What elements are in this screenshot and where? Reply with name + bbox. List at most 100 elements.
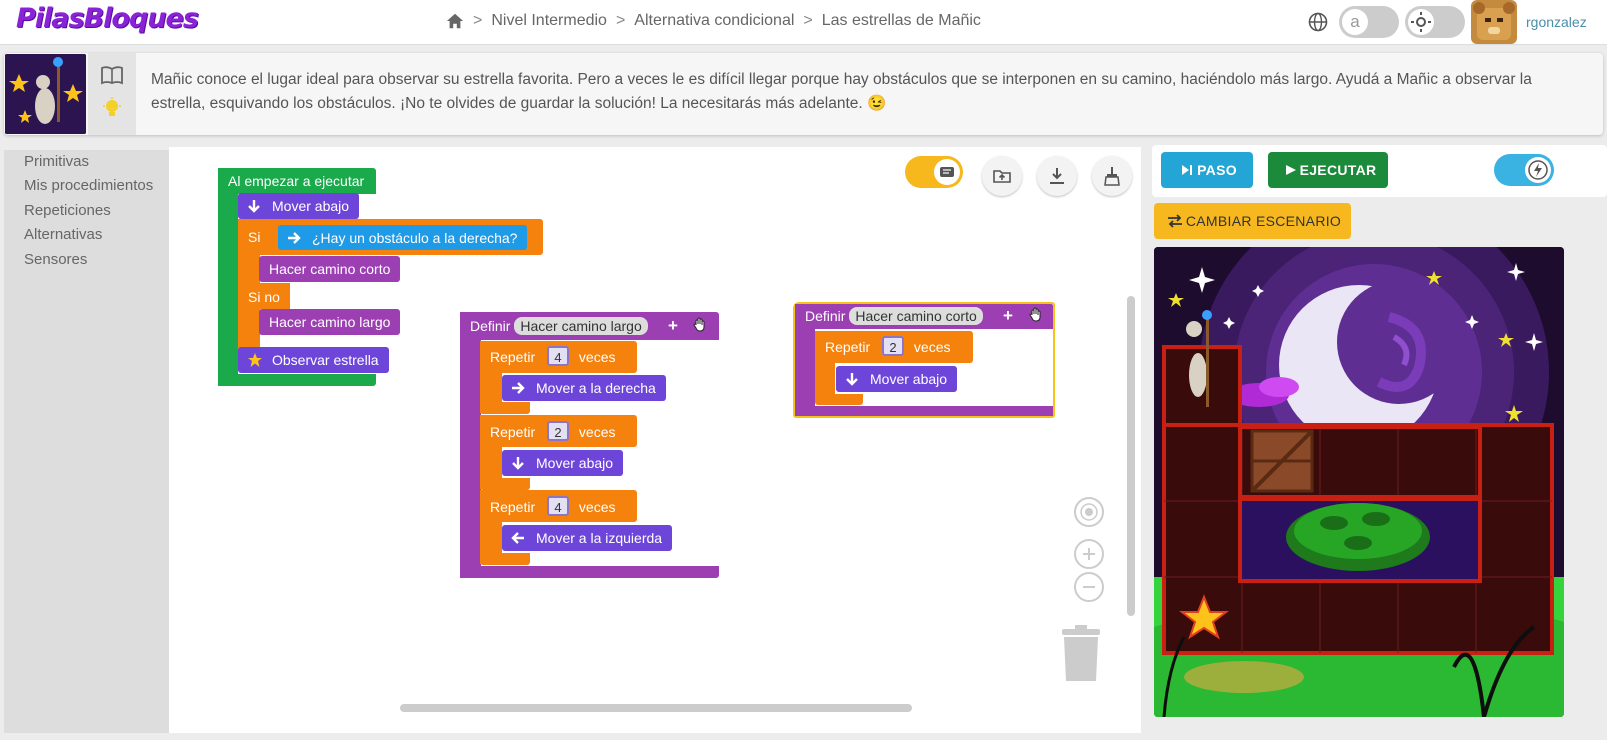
repeat-keyword: Repetir xyxy=(825,339,871,355)
add-parameter-button[interactable]: + xyxy=(668,316,678,336)
repeat-count-field[interactable]: 4 xyxy=(547,496,570,516)
arrow-left-icon xyxy=(511,532,524,544)
times-keyword: veces xyxy=(578,349,616,365)
challenge-description: Mañic conoce el lugar ideal para observa… xyxy=(4,53,1603,135)
procedure-name-field[interactable]: Hacer camino largo xyxy=(514,317,648,335)
repeat-block-3-footer xyxy=(480,553,530,565)
comments-toggle[interactable] xyxy=(905,156,963,188)
arrow-down-icon xyxy=(248,200,260,213)
hand-icon[interactable] xyxy=(1028,307,1044,323)
breadcrumb-nivel[interactable]: Nivel Intermedio xyxy=(491,12,607,30)
comment-icon xyxy=(934,159,960,185)
toolbox-category-sensores[interactable]: Sensores xyxy=(24,251,87,268)
clean-workspace-button[interactable] xyxy=(1092,156,1132,196)
theme-toggle[interactable] xyxy=(1405,6,1465,38)
star-icon xyxy=(248,353,262,367)
block-label: Mover abajo xyxy=(272,198,350,214)
define-short-footer xyxy=(795,406,1053,416)
repeat-block-1-footer xyxy=(480,402,530,414)
top-bar: PilasBloques > Nivel Intermedio > Altern… xyxy=(0,0,1607,45)
arrow-down-icon xyxy=(846,373,858,386)
call-hacer-camino-largo[interactable]: Hacer camino largo xyxy=(259,309,401,335)
block-mover-abajo[interactable]: Mover abajo xyxy=(238,193,360,219)
sensor-label: ¿Hay un obstáculo a la derecha? xyxy=(312,230,518,246)
swap-icon xyxy=(1168,214,1182,228)
challenge-thumbnail xyxy=(5,54,86,134)
change-scenario-label: CAMBIAR ESCENARIO xyxy=(1185,213,1342,229)
description-side-panel xyxy=(88,53,136,135)
toolbox-category-alternativas[interactable]: Alternativas xyxy=(24,226,102,243)
home-icon[interactable] xyxy=(446,12,464,30)
zoom-in-icon[interactable] xyxy=(1074,539,1104,569)
workspace-vertical-scrollbar[interactable] xyxy=(1127,296,1135,616)
repeat-short-label: Repetir 2 veces xyxy=(815,334,961,360)
font-toggle[interactable]: a xyxy=(1339,6,1399,38)
avatar[interactable] xyxy=(1471,0,1517,44)
repeat-keyword: Repetir xyxy=(490,499,536,515)
change-scenario-button[interactable]: CAMBIAR ESCENARIO xyxy=(1154,203,1351,239)
download-solution-button[interactable] xyxy=(1037,156,1077,196)
zoom-out-icon[interactable] xyxy=(1074,572,1104,602)
block-label: Mover a la izquierda xyxy=(536,530,663,546)
if-label: Si xyxy=(248,229,261,245)
game-scene xyxy=(1154,247,1564,717)
repeat-keyword: Repetir xyxy=(490,349,536,365)
play-icon xyxy=(1286,165,1296,175)
toolbox-category-primitivas[interactable]: Primitivas xyxy=(24,153,89,170)
recenter-icon[interactable] xyxy=(1074,497,1104,527)
trash-icon[interactable] xyxy=(1060,625,1102,683)
call-hacer-camino-corto[interactable]: Hacer camino corto xyxy=(259,256,401,282)
turbo-mode-toggle[interactable] xyxy=(1494,154,1554,186)
upload-folder-icon xyxy=(993,170,1011,183)
lightning-icon xyxy=(1525,157,1551,183)
repeat-count-field[interactable]: 2 xyxy=(882,336,905,356)
pilasbloques-logo[interactable]: PilasBloques xyxy=(16,3,199,34)
add-parameter-button[interactable]: + xyxy=(1003,306,1013,326)
block-label: Mover abajo xyxy=(870,371,948,387)
main-hat-spine xyxy=(218,168,238,386)
define-long-label: Definir Hacer camino largo xyxy=(460,313,658,339)
repeat-count-field[interactable]: 4 xyxy=(547,346,570,366)
block-mover-izquierda[interactable]: Mover a la izquierda xyxy=(502,525,673,551)
breadcrumb-challenge[interactable]: Las estrellas de Mañic xyxy=(822,12,981,30)
font-toggle-knob: a xyxy=(1342,9,1368,35)
repeat-count-field[interactable]: 2 xyxy=(547,421,570,441)
run-button[interactable]: EJECUTAR xyxy=(1268,152,1388,188)
procedure-name-field[interactable]: Hacer camino corto xyxy=(849,307,983,325)
sun-icon xyxy=(1408,9,1434,35)
load-solution-button[interactable] xyxy=(982,156,1022,196)
toolbox-category-repeticiones[interactable]: Repeticiones xyxy=(24,202,111,219)
block-observar-estrella[interactable]: Observar estrella xyxy=(238,347,389,373)
hand-icon[interactable] xyxy=(692,317,708,333)
block-label: Mover a la derecha xyxy=(536,380,656,396)
block-mover-abajo-2[interactable]: Mover abajo xyxy=(502,450,624,476)
step-button[interactable]: PASO xyxy=(1161,152,1253,188)
sensor-obstacle-right[interactable]: ¿Hay un obstáculo a la derecha? xyxy=(278,225,528,250)
globe-icon[interactable] xyxy=(1308,12,1328,32)
main-hat-label: Al empezar a ejecutar xyxy=(228,173,365,189)
book-icon[interactable] xyxy=(100,65,124,85)
arrow-right-icon xyxy=(288,232,301,244)
username[interactable]: rgonzalez xyxy=(1526,14,1587,30)
arrow-right-icon xyxy=(512,382,525,394)
repeat-2-label: Repetir 2 veces xyxy=(480,419,626,445)
workspace-horizontal-scrollbar[interactable] xyxy=(400,704,912,712)
block-mover-derecha[interactable]: Mover a la derecha xyxy=(502,375,666,401)
breadcrumb-separator: > xyxy=(615,12,626,29)
repeat-block-2-footer xyxy=(480,478,530,490)
breadcrumb-separator: > xyxy=(473,12,483,29)
block-label: Observar estrella xyxy=(272,352,379,368)
repeat-3-label: Repetir 4 veces xyxy=(480,494,626,520)
breadcrumb-separator: > xyxy=(803,12,813,29)
repeat-1-label: Repetir 4 veces xyxy=(480,344,626,370)
block-mover-abajo-3[interactable]: Mover abajo xyxy=(836,366,958,392)
download-icon xyxy=(1050,168,1064,184)
lightbulb-icon[interactable] xyxy=(102,97,122,121)
arrow-down-icon xyxy=(512,457,524,470)
breadcrumb-alternativa[interactable]: Alternativa condicional xyxy=(634,12,794,30)
define-short-label: Definir Hacer camino corto xyxy=(795,303,993,329)
times-keyword: veces xyxy=(913,339,951,355)
repeat-block-short-footer xyxy=(815,394,863,405)
times-keyword: veces xyxy=(578,499,616,515)
toolbox-category-procedimientos[interactable]: Mis procedimientos xyxy=(24,177,153,194)
